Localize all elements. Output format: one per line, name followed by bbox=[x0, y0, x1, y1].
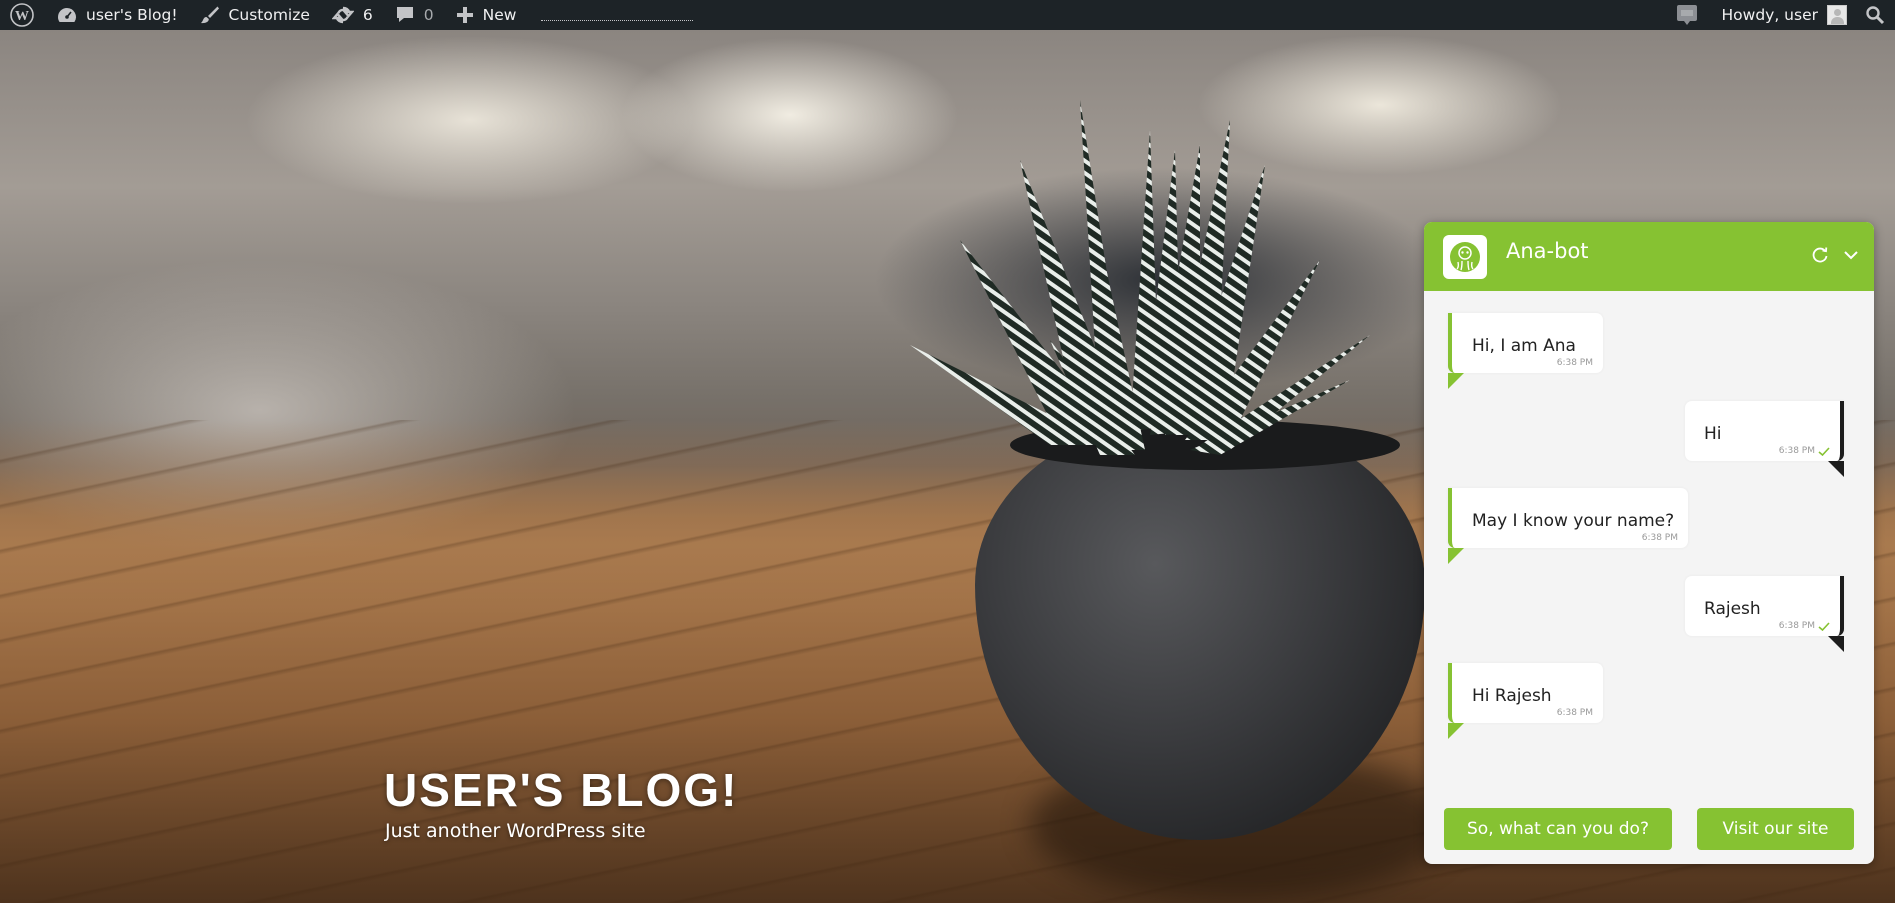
ana-logo-icon bbox=[1450, 241, 1480, 272]
notifications-button[interactable] bbox=[1662, 0, 1712, 30]
message-time: 6:38 PM bbox=[1556, 358, 1593, 368]
site-title[interactable]: USER'S BLOG! bbox=[384, 763, 738, 817]
message-time: 6:38 PM bbox=[1556, 708, 1593, 718]
wordpress-logo-icon[interactable]: W bbox=[0, 0, 46, 30]
bot-name: Ana-bot bbox=[1506, 238, 1589, 263]
plus-icon bbox=[456, 6, 474, 24]
site-description: Just another WordPress site bbox=[385, 820, 646, 842]
account-menu[interactable]: Howdy, user bbox=[1712, 0, 1860, 30]
customize-label: Customize bbox=[228, 6, 310, 24]
site-name-link[interactable]: user's Blog! bbox=[46, 0, 189, 30]
search-icon bbox=[1866, 6, 1885, 25]
user-message: Rajesh 6:38 PM bbox=[1685, 576, 1844, 652]
new-label: New bbox=[482, 6, 517, 24]
new-content-link[interactable]: New bbox=[445, 0, 528, 30]
howdy-label: Howdy, user bbox=[1721, 6, 1819, 24]
chat-messages: Hi, I am Ana 6:38 PM Hi 6:38 PM May I kn… bbox=[1424, 291, 1874, 864]
message-time: 6:38 PM bbox=[1641, 533, 1678, 543]
updates-count: 6 bbox=[362, 6, 373, 24]
message-text: May I know your name? bbox=[1472, 511, 1675, 531]
notification-icon bbox=[1676, 5, 1697, 25]
bot-message: May I know your name? 6:38 PM bbox=[1448, 488, 1688, 564]
search-button[interactable] bbox=[1859, 0, 1895, 30]
comments-count: 0 bbox=[423, 6, 434, 24]
bot-message: Hi, I am Ana 6:38 PM bbox=[1448, 313, 1603, 389]
updates-icon bbox=[331, 5, 354, 25]
focus-outline bbox=[541, 0, 694, 30]
quick-reply-visit-site-button[interactable]: Visit our site bbox=[1697, 808, 1854, 850]
message-text: Hi, I am Ana bbox=[1472, 336, 1576, 356]
avatar bbox=[1827, 5, 1847, 25]
bot-message: Hi Rajesh 6:38 PM bbox=[1448, 663, 1603, 739]
refresh-icon[interactable] bbox=[1810, 245, 1830, 265]
updates-link[interactable]: 6 bbox=[321, 0, 384, 30]
user-message: Hi 6:38 PM bbox=[1685, 401, 1844, 477]
dashboard-icon bbox=[57, 6, 77, 24]
admin-bar: W user's Blog! Customize 6 0 New Howdy, … bbox=[0, 0, 1895, 30]
brush-icon bbox=[200, 5, 220, 25]
svg-text:W: W bbox=[15, 9, 29, 24]
bot-avatar bbox=[1443, 234, 1487, 279]
message-text: Hi Rajesh bbox=[1472, 686, 1552, 706]
message-text: Rajesh bbox=[1704, 599, 1761, 619]
comment-icon bbox=[395, 5, 415, 25]
chevron-down-icon[interactable] bbox=[1842, 246, 1860, 264]
quick-reply-what-can-you-do-button[interactable]: So, what can you do? bbox=[1444, 808, 1672, 850]
site-name-label: user's Blog! bbox=[86, 6, 178, 24]
message-time: 6:38 PM bbox=[1779, 621, 1830, 631]
comments-link[interactable]: 0 bbox=[384, 0, 445, 30]
delivered-check-icon bbox=[1818, 621, 1830, 631]
customize-link[interactable]: Customize bbox=[189, 0, 321, 30]
chat-widget: Ana-bot Hi, I am Ana 6:38 PM Hi 6:38 PM … bbox=[1424, 222, 1874, 864]
chat-header[interactable]: Ana-bot bbox=[1424, 222, 1874, 291]
succulent-plant-image bbox=[910, 100, 1370, 455]
delivered-check-icon bbox=[1818, 446, 1830, 456]
message-time: 6:38 PM bbox=[1779, 446, 1830, 456]
message-text: Hi bbox=[1704, 424, 1722, 444]
